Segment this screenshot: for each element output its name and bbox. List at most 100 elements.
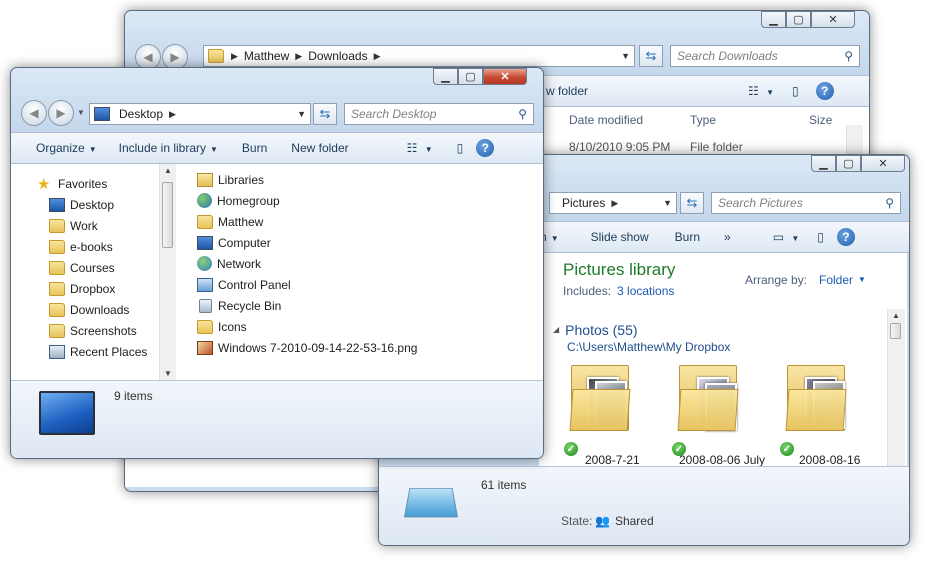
scroll-thumb[interactable]: [162, 182, 173, 248]
help-icon[interactable]: ?: [476, 139, 495, 157]
nav-item-work[interactable]: Work: [49, 215, 98, 236]
nav-item-label: Screenshots: [70, 323, 137, 338]
help-icon[interactable]: ?: [815, 82, 834, 100]
preview-pane-icon[interactable]: ▯: [448, 141, 473, 155]
photo-folder-item[interactable]: [785, 359, 847, 431]
downloads-address-bar[interactable]: ▶ Matthew ▶ Downloads ▶ ▼: [203, 45, 635, 67]
nav-item-downloads[interactable]: Downloads: [49, 299, 129, 320]
file-item-recycle-bin[interactable]: Recycle Bin: [197, 295, 281, 316]
nav-item-label: e-books: [70, 239, 113, 254]
breadcrumb-downloads[interactable]: Downloads: [308, 49, 367, 63]
nav-item-recent-places[interactable]: Recent Places: [49, 341, 147, 362]
scroll-up-arrow-icon[interactable]: ▲: [892, 311, 900, 320]
new-folder-button[interactable]: New folder: [282, 141, 357, 155]
desktop-large-icon: [39, 391, 95, 435]
scroll-down-arrow-icon[interactable]: ▼: [164, 369, 172, 378]
nav-scrollbar[interactable]: ▲ ▼: [159, 164, 176, 380]
homegroup-icon: [197, 193, 212, 208]
recent-pages-dropdown[interactable]: ▼: [77, 108, 85, 117]
file-name: Windows 7-2010-09-14-22-53-16.png: [218, 340, 418, 355]
new-folder-button[interactable]: w folder: [537, 84, 597, 98]
status-item-count: 9 items: [114, 388, 153, 403]
nav-item-label: Dropbox: [70, 281, 116, 296]
back-button[interactable]: ◀: [21, 100, 47, 126]
arrange-by-dropdown[interactable]: Folder ▼: [819, 269, 866, 290]
desktop-address-bar[interactable]: Desktop ▶ ▼: [89, 103, 311, 125]
burn-button[interactable]: Burn: [666, 230, 709, 244]
column-header-size[interactable]: Size: [809, 109, 832, 130]
views-button[interactable]: ☷ ▼: [398, 141, 442, 155]
file-item-homegroup[interactable]: Homegroup: [197, 190, 280, 211]
nav-item-label: Downloads: [70, 302, 130, 317]
photo-folder-item[interactable]: [569, 359, 631, 431]
column-header-date[interactable]: Date modified: [569, 109, 643, 130]
preview-pane-icon[interactable]: ▯: [783, 84, 808, 98]
search-icon: ⚲: [844, 49, 853, 63]
chevron-right-icon: ▶: [295, 50, 303, 61]
preview-pane-icon[interactable]: ▯: [808, 230, 833, 244]
close-button[interactable]: ✕: [861, 155, 905, 172]
search-placeholder: Search Desktop: [351, 107, 437, 121]
maximize-button[interactable]: ▢: [458, 68, 483, 85]
file-item-network[interactable]: Network: [197, 253, 261, 274]
photo-folder-item[interactable]: [677, 359, 739, 431]
pictures-search-input[interactable]: Search Pictures ⚲: [711, 192, 901, 214]
organize-button[interactable]: Organize ▼: [27, 141, 106, 155]
state-shared-text: Shared: [614, 513, 654, 528]
breadcrumb-desktop[interactable]: Desktop: [119, 107, 163, 121]
close-button[interactable]: ✕: [483, 68, 527, 85]
refresh-button[interactable]: ⇆: [313, 103, 337, 125]
library-icon: [403, 487, 459, 518]
slide-show-button[interactable]: Slide show: [582, 230, 658, 244]
downloads-search-input[interactable]: Search Downloads ⚲: [670, 45, 860, 67]
file-item-computer[interactable]: Computer: [197, 232, 271, 253]
file-item-icons[interactable]: Icons: [197, 316, 247, 337]
pictures-details-pane: 61 items State: 👥 Shared: [379, 466, 909, 545]
views-button[interactable]: ☷ ▼: [739, 84, 783, 98]
includes-label: Includes: 3 locations: [563, 280, 674, 301]
include-in-library-button[interactable]: Include in library ▼: [110, 141, 227, 155]
scroll-thumb[interactable]: [890, 323, 901, 339]
group-path: C:\Users\Matthew\My Dropbox: [567, 339, 731, 354]
close-button[interactable]: ✕: [811, 11, 855, 28]
maximize-button[interactable]: ▢: [836, 155, 861, 172]
help-icon[interactable]: ?: [836, 228, 855, 246]
chevron-down-icon[interactable]: ▼: [659, 198, 676, 208]
pictures-scrollbar[interactable]: ▲: [887, 309, 905, 466]
refresh-button[interactable]: ⇆: [639, 45, 663, 67]
maximize-button[interactable]: ▢: [786, 11, 811, 28]
scroll-up-arrow-icon[interactable]: ▲: [164, 166, 172, 175]
column-header-type[interactable]: Type: [690, 109, 716, 130]
minimize-button[interactable]: ▁: [811, 155, 836, 172]
includes-locations-link[interactable]: 3 locations: [617, 284, 674, 298]
file-item-control-panel[interactable]: Control Panel: [197, 274, 291, 295]
nav-item-courses[interactable]: Courses: [49, 257, 115, 278]
nav-item-desktop[interactable]: Desktop: [49, 194, 114, 215]
burn-button[interactable]: Burn: [233, 141, 276, 155]
nav-item-dropbox[interactable]: Dropbox: [49, 278, 115, 299]
views-button[interactable]: ▭ ▼: [764, 230, 809, 244]
file-item-matthew[interactable]: Matthew: [197, 211, 263, 232]
chevron-down-icon[interactable]: ▼: [617, 51, 634, 61]
chevron-down-icon[interactable]: ▼: [293, 109, 310, 119]
pictures-address-bar[interactable]: Pictures ▶ ▼: [549, 192, 677, 214]
nav-item-label: Work: [70, 218, 98, 233]
file-item-screenshot-png[interactable]: Windows 7-2010-09-14-22-53-16.png: [197, 337, 417, 358]
forward-button[interactable]: ▶: [48, 100, 74, 126]
more-commands-button[interactable]: »: [715, 230, 740, 244]
chevron-right-icon: ▶: [169, 108, 176, 119]
refresh-button[interactable]: ⇆: [680, 192, 704, 214]
nav-item-ebooks[interactable]: e-books: [49, 236, 113, 257]
minimize-button[interactable]: ▁: [433, 68, 458, 85]
recent-places-icon: [49, 344, 65, 359]
nav-item-screenshots[interactable]: Screenshots: [49, 320, 137, 341]
breadcrumb-pictures[interactable]: Pictures: [562, 196, 605, 210]
breadcrumb-matthew[interactable]: Matthew: [244, 49, 289, 63]
star-icon: ★: [37, 175, 51, 193]
minimize-button[interactable]: ▁: [761, 11, 786, 28]
file-item-libraries[interactable]: Libraries: [197, 169, 264, 190]
arrange-by-label: Arrange by:: [745, 272, 808, 287]
nav-favorites[interactable]: ★ Favorites: [37, 173, 107, 194]
folder-front: [677, 389, 739, 431]
desktop-search-input[interactable]: Search Desktop ⚲: [344, 103, 534, 125]
